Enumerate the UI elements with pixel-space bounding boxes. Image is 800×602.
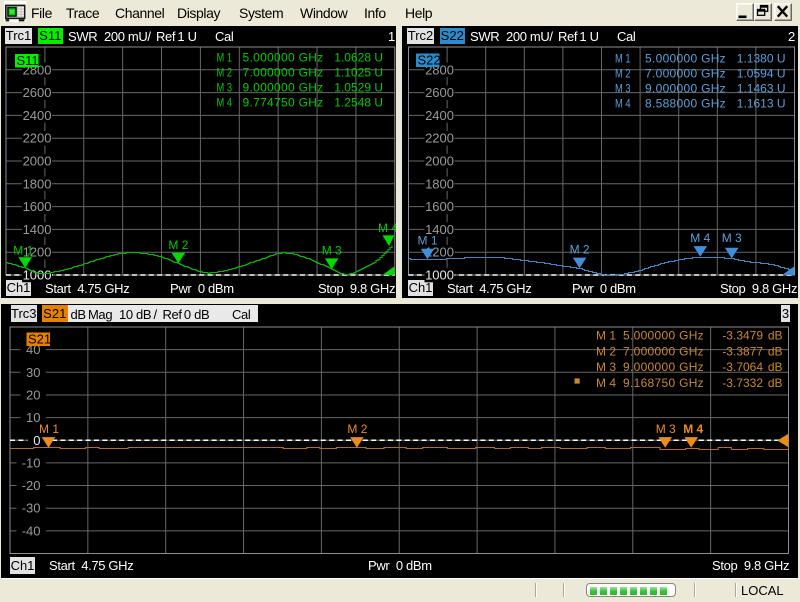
svg-text:S11: S11 (17, 53, 39, 68)
svg-text:2200: 2200 (425, 131, 454, 146)
svg-text:M 3: M 3 (656, 422, 676, 436)
svg-text:1600: 1600 (425, 199, 454, 214)
svg-text:30: 30 (26, 365, 40, 380)
svg-text:9.000000 GHz: 9.000000 GHz (623, 360, 704, 374)
svg-text:M 1: M 1 (596, 329, 616, 343)
svg-text:-20: -20 (22, 478, 41, 493)
svg-text:9.168750 GHz: 9.168750 GHz (623, 376, 704, 390)
svg-text:20: 20 (26, 387, 40, 402)
svg-text:-10: -10 (22, 455, 41, 470)
svg-text:1.1380 U: 1.1380 U (737, 52, 786, 66)
svg-text:7.000000 GHz: 7.000000 GHz (623, 344, 704, 358)
svg-text:7.000000 GHz: 7.000000 GHz (243, 66, 324, 80)
svg-text:1.1613 U: 1.1613 U (737, 97, 786, 111)
svg-text:-40: -40 (22, 523, 41, 538)
svg-text:5.000000 GHz: 5.000000 GHz (623, 329, 704, 343)
svg-text:-30: -30 (22, 501, 41, 516)
svg-text:M 1: M 1 (417, 234, 437, 248)
svg-text:M 1: M 1 (615, 52, 631, 66)
svg-text:M 4: M 4 (683, 422, 703, 436)
svg-text:M 2: M 2 (347, 422, 367, 436)
svg-text:M 4: M 4 (217, 96, 233, 110)
svg-text:M 3: M 3 (217, 81, 233, 95)
svg-text:1800: 1800 (425, 176, 454, 191)
svg-text:1.0628 U: 1.0628 U (334, 51, 383, 65)
svg-text:2400: 2400 (425, 108, 454, 123)
svg-text:2000: 2000 (23, 154, 52, 169)
svg-text:9.000000 GHz: 9.000000 GHz (645, 82, 726, 96)
svg-text:-3.7064 dB: -3.7064 dB (722, 360, 782, 374)
svg-text:5.000000 GHz: 5.000000 GHz (243, 51, 324, 65)
svg-text:1.1463 U: 1.1463 U (737, 82, 786, 96)
svg-text:2600: 2600 (425, 85, 454, 100)
svg-text:S21: S21 (28, 332, 51, 347)
svg-text:2200: 2200 (23, 131, 52, 146)
svg-text:M 1: M 1 (39, 422, 59, 436)
svg-text:M 3: M 3 (615, 82, 631, 96)
svg-text:M 1: M 1 (217, 51, 233, 65)
svg-text:1600: 1600 (23, 199, 52, 214)
svg-text:8.588000 GHz: 8.588000 GHz (645, 97, 726, 111)
svg-text:9.774750 GHz: 9.774750 GHz (243, 96, 324, 110)
svg-text:M 4: M 4 (615, 97, 631, 111)
svg-text:M 2: M 2 (168, 238, 188, 252)
svg-text:M 4: M 4 (596, 376, 616, 390)
svg-text:1000: 1000 (23, 268, 52, 283)
svg-text:1400: 1400 (23, 222, 52, 237)
svg-text:M 3: M 3 (596, 360, 616, 374)
svg-text:M 3: M 3 (722, 231, 742, 245)
svg-text:2400: 2400 (23, 108, 52, 123)
svg-text:2600: 2600 (23, 85, 52, 100)
svg-text:5.000000 GHz: 5.000000 GHz (645, 52, 726, 66)
svg-text:1.0529 U: 1.0529 U (334, 81, 383, 95)
svg-text:M 1: M 1 (13, 243, 33, 257)
svg-text:1000: 1000 (425, 268, 454, 283)
svg-text:9.000000 GHz: 9.000000 GHz (243, 81, 324, 95)
svg-text:-3.7332 dB: -3.7332 dB (722, 376, 782, 390)
svg-text:M 2: M 2 (596, 344, 616, 358)
svg-text:M 3: M 3 (322, 244, 342, 258)
svg-text:1.2548 U: 1.2548 U (334, 96, 383, 110)
svg-text:M 2: M 2 (570, 243, 590, 257)
svg-text:1.1025 U: 1.1025 U (334, 66, 383, 80)
svg-text:1800: 1800 (23, 176, 52, 191)
svg-text:2000: 2000 (425, 154, 454, 169)
svg-text:S22: S22 (418, 53, 441, 68)
svg-text:M 2: M 2 (615, 67, 631, 81)
svg-text:-3.3479 dB: -3.3479 dB (722, 329, 782, 343)
svg-text:-3.3877 dB: -3.3877 dB (722, 344, 782, 358)
svg-text:1.0594 U: 1.0594 U (737, 67, 786, 81)
svg-text:7.000000 GHz: 7.000000 GHz (645, 67, 726, 81)
svg-text:M 4: M 4 (378, 221, 398, 235)
svg-text:M 4: M 4 (690, 231, 710, 245)
svg-text:M 2: M 2 (217, 66, 233, 80)
